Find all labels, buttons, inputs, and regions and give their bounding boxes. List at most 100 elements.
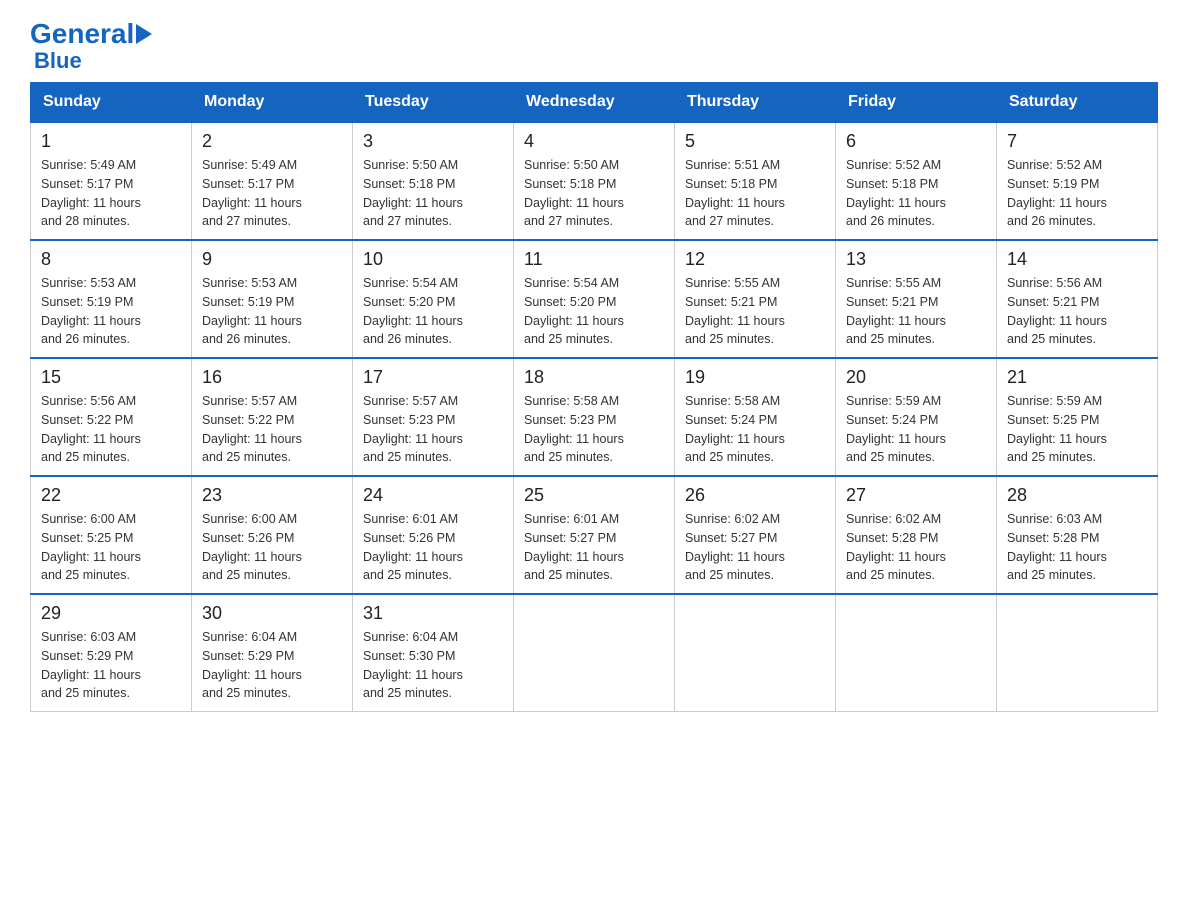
col-header-tuesday: Tuesday	[353, 83, 514, 123]
day-info: Sunrise: 5:54 AM Sunset: 5:20 PM Dayligh…	[524, 274, 664, 349]
day-number: 9	[202, 249, 342, 270]
calendar-day-cell: 5 Sunrise: 5:51 AM Sunset: 5:18 PM Dayli…	[675, 122, 836, 240]
day-info: Sunrise: 6:01 AM Sunset: 5:27 PM Dayligh…	[524, 510, 664, 585]
day-number: 21	[1007, 367, 1147, 388]
day-info: Sunrise: 5:56 AM Sunset: 5:21 PM Dayligh…	[1007, 274, 1147, 349]
day-info: Sunrise: 5:58 AM Sunset: 5:23 PM Dayligh…	[524, 392, 664, 467]
day-number: 28	[1007, 485, 1147, 506]
day-info: Sunrise: 5:50 AM Sunset: 5:18 PM Dayligh…	[363, 156, 503, 231]
calendar-week-row: 29 Sunrise: 6:03 AM Sunset: 5:29 PM Dayl…	[31, 594, 1158, 712]
day-info: Sunrise: 5:51 AM Sunset: 5:18 PM Dayligh…	[685, 156, 825, 231]
day-info: Sunrise: 6:02 AM Sunset: 5:28 PM Dayligh…	[846, 510, 986, 585]
day-info: Sunrise: 5:59 AM Sunset: 5:25 PM Dayligh…	[1007, 392, 1147, 467]
day-info: Sunrise: 6:04 AM Sunset: 5:30 PM Dayligh…	[363, 628, 503, 703]
day-info: Sunrise: 5:54 AM Sunset: 5:20 PM Dayligh…	[363, 274, 503, 349]
page-header: General Blue	[30, 20, 1158, 72]
day-info: Sunrise: 5:56 AM Sunset: 5:22 PM Dayligh…	[41, 392, 181, 467]
logo-blue-label: Blue	[30, 50, 82, 72]
day-info: Sunrise: 5:52 AM Sunset: 5:18 PM Dayligh…	[846, 156, 986, 231]
day-info: Sunrise: 6:03 AM Sunset: 5:28 PM Dayligh…	[1007, 510, 1147, 585]
calendar-empty-cell	[675, 594, 836, 712]
day-info: Sunrise: 5:50 AM Sunset: 5:18 PM Dayligh…	[524, 156, 664, 231]
calendar-day-cell: 16 Sunrise: 5:57 AM Sunset: 5:22 PM Dayl…	[192, 358, 353, 476]
calendar-week-row: 15 Sunrise: 5:56 AM Sunset: 5:22 PM Dayl…	[31, 358, 1158, 476]
calendar-day-cell: 30 Sunrise: 6:04 AM Sunset: 5:29 PM Dayl…	[192, 594, 353, 712]
calendar-empty-cell	[997, 594, 1158, 712]
calendar-empty-cell	[514, 594, 675, 712]
col-header-friday: Friday	[836, 83, 997, 123]
col-header-thursday: Thursday	[675, 83, 836, 123]
day-number: 8	[41, 249, 181, 270]
day-number: 12	[685, 249, 825, 270]
day-number: 10	[363, 249, 503, 270]
col-header-saturday: Saturday	[997, 83, 1158, 123]
day-number: 30	[202, 603, 342, 624]
day-number: 26	[685, 485, 825, 506]
day-number: 23	[202, 485, 342, 506]
day-info: Sunrise: 5:49 AM Sunset: 5:17 PM Dayligh…	[202, 156, 342, 231]
day-number: 27	[846, 485, 986, 506]
calendar-day-cell: 9 Sunrise: 5:53 AM Sunset: 5:19 PM Dayli…	[192, 240, 353, 358]
day-number: 22	[41, 485, 181, 506]
calendar-day-cell: 25 Sunrise: 6:01 AM Sunset: 5:27 PM Dayl…	[514, 476, 675, 594]
calendar-day-cell: 6 Sunrise: 5:52 AM Sunset: 5:18 PM Dayli…	[836, 122, 997, 240]
col-header-sunday: Sunday	[31, 83, 192, 123]
calendar-day-cell: 21 Sunrise: 5:59 AM Sunset: 5:25 PM Dayl…	[997, 358, 1158, 476]
calendar-day-cell: 29 Sunrise: 6:03 AM Sunset: 5:29 PM Dayl…	[31, 594, 192, 712]
day-number: 31	[363, 603, 503, 624]
calendar-day-cell: 7 Sunrise: 5:52 AM Sunset: 5:19 PM Dayli…	[997, 122, 1158, 240]
calendar-empty-cell	[836, 594, 997, 712]
day-info: Sunrise: 5:53 AM Sunset: 5:19 PM Dayligh…	[202, 274, 342, 349]
col-header-wednesday: Wednesday	[514, 83, 675, 123]
calendar-day-cell: 14 Sunrise: 5:56 AM Sunset: 5:21 PM Dayl…	[997, 240, 1158, 358]
day-number: 16	[202, 367, 342, 388]
day-number: 18	[524, 367, 664, 388]
calendar-day-cell: 10 Sunrise: 5:54 AM Sunset: 5:20 PM Dayl…	[353, 240, 514, 358]
day-number: 25	[524, 485, 664, 506]
day-info: Sunrise: 5:58 AM Sunset: 5:24 PM Dayligh…	[685, 392, 825, 467]
calendar-day-cell: 1 Sunrise: 5:49 AM Sunset: 5:17 PM Dayli…	[31, 122, 192, 240]
calendar-day-cell: 24 Sunrise: 6:01 AM Sunset: 5:26 PM Dayl…	[353, 476, 514, 594]
day-number: 2	[202, 131, 342, 152]
calendar-day-cell: 4 Sunrise: 5:50 AM Sunset: 5:18 PM Dayli…	[514, 122, 675, 240]
calendar-day-cell: 20 Sunrise: 5:59 AM Sunset: 5:24 PM Dayl…	[836, 358, 997, 476]
day-number: 14	[1007, 249, 1147, 270]
calendar-day-cell: 22 Sunrise: 6:00 AM Sunset: 5:25 PM Dayl…	[31, 476, 192, 594]
col-header-monday: Monday	[192, 83, 353, 123]
day-number: 15	[41, 367, 181, 388]
logo-general-text: General	[30, 20, 152, 48]
calendar-week-row: 22 Sunrise: 6:00 AM Sunset: 5:25 PM Dayl…	[31, 476, 1158, 594]
calendar-day-cell: 3 Sunrise: 5:50 AM Sunset: 5:18 PM Dayli…	[353, 122, 514, 240]
day-info: Sunrise: 5:49 AM Sunset: 5:17 PM Dayligh…	[41, 156, 181, 231]
day-info: Sunrise: 5:55 AM Sunset: 5:21 PM Dayligh…	[685, 274, 825, 349]
logo-general-label: General	[30, 20, 134, 48]
day-number: 20	[846, 367, 986, 388]
calendar-day-cell: 8 Sunrise: 5:53 AM Sunset: 5:19 PM Dayli…	[31, 240, 192, 358]
day-number: 6	[846, 131, 986, 152]
day-number: 24	[363, 485, 503, 506]
day-info: Sunrise: 6:00 AM Sunset: 5:25 PM Dayligh…	[41, 510, 181, 585]
day-info: Sunrise: 5:57 AM Sunset: 5:23 PM Dayligh…	[363, 392, 503, 467]
day-info: Sunrise: 5:55 AM Sunset: 5:21 PM Dayligh…	[846, 274, 986, 349]
day-info: Sunrise: 6:04 AM Sunset: 5:29 PM Dayligh…	[202, 628, 342, 703]
calendar-week-row: 8 Sunrise: 5:53 AM Sunset: 5:19 PM Dayli…	[31, 240, 1158, 358]
calendar-day-cell: 18 Sunrise: 5:58 AM Sunset: 5:23 PM Dayl…	[514, 358, 675, 476]
calendar-day-cell: 17 Sunrise: 5:57 AM Sunset: 5:23 PM Dayl…	[353, 358, 514, 476]
day-info: Sunrise: 5:57 AM Sunset: 5:22 PM Dayligh…	[202, 392, 342, 467]
calendar-day-cell: 11 Sunrise: 5:54 AM Sunset: 5:20 PM Dayl…	[514, 240, 675, 358]
day-number: 19	[685, 367, 825, 388]
day-number: 1	[41, 131, 181, 152]
calendar-day-cell: 19 Sunrise: 5:58 AM Sunset: 5:24 PM Dayl…	[675, 358, 836, 476]
day-info: Sunrise: 5:53 AM Sunset: 5:19 PM Dayligh…	[41, 274, 181, 349]
calendar-day-cell: 23 Sunrise: 6:00 AM Sunset: 5:26 PM Dayl…	[192, 476, 353, 594]
day-info: Sunrise: 6:00 AM Sunset: 5:26 PM Dayligh…	[202, 510, 342, 585]
calendar-header-row: SundayMondayTuesdayWednesdayThursdayFrid…	[31, 83, 1158, 123]
logo-arrow-icon	[136, 24, 152, 44]
day-info: Sunrise: 5:52 AM Sunset: 5:19 PM Dayligh…	[1007, 156, 1147, 231]
day-number: 11	[524, 249, 664, 270]
day-number: 4	[524, 131, 664, 152]
day-number: 17	[363, 367, 503, 388]
day-info: Sunrise: 6:01 AM Sunset: 5:26 PM Dayligh…	[363, 510, 503, 585]
calendar-day-cell: 31 Sunrise: 6:04 AM Sunset: 5:30 PM Dayl…	[353, 594, 514, 712]
day-number: 3	[363, 131, 503, 152]
